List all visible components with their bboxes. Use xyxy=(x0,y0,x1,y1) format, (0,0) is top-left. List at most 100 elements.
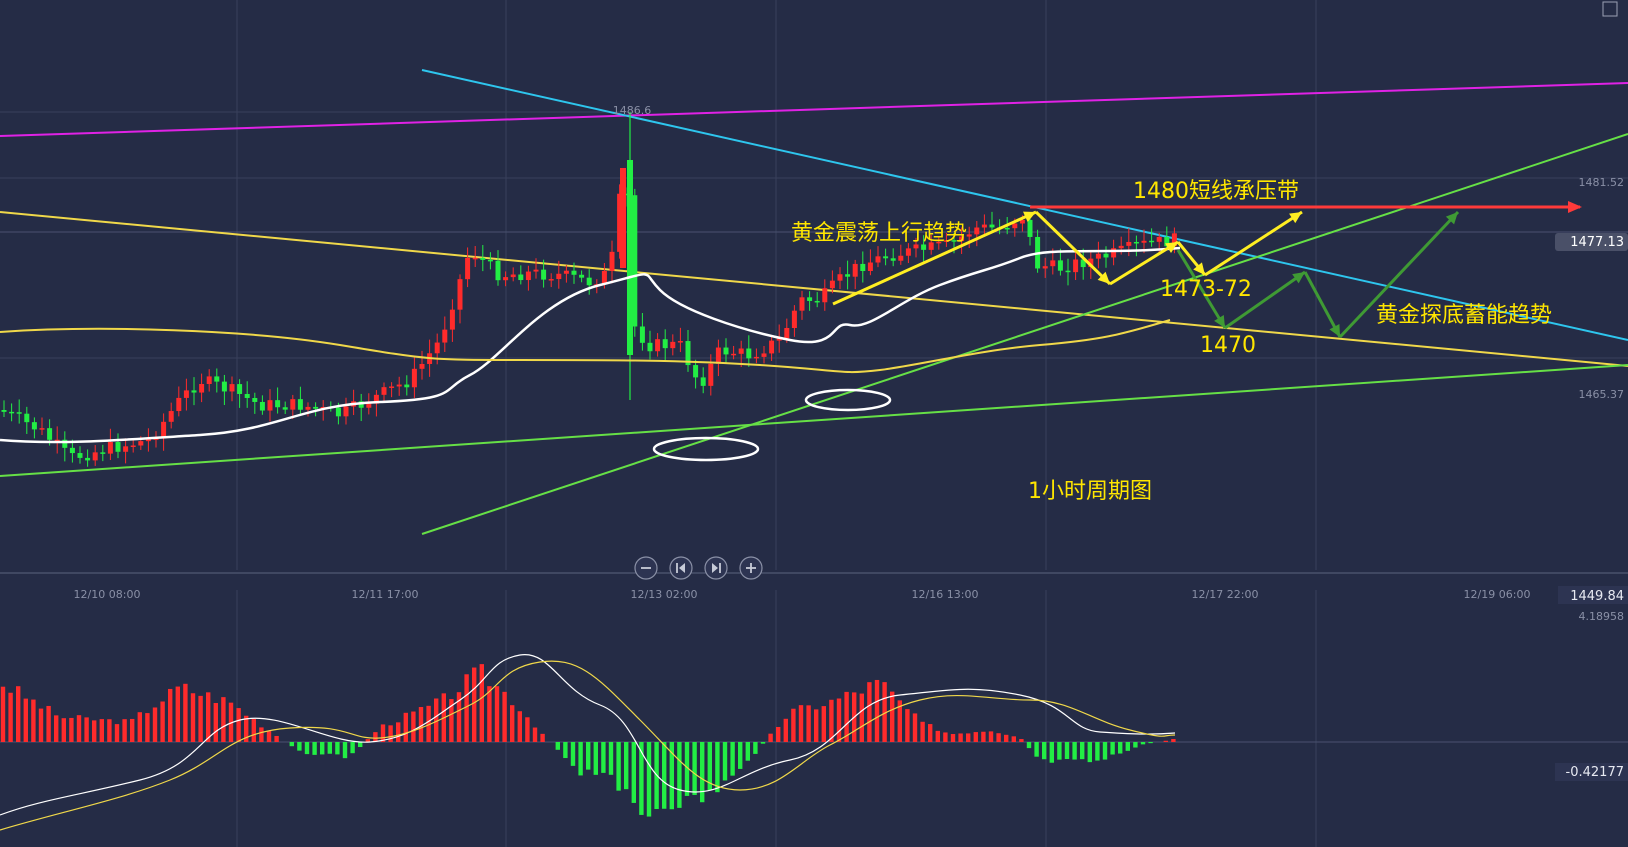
skip-forward-button[interactable] xyxy=(704,556,728,580)
macd-bar xyxy=(38,708,44,742)
candle-body xyxy=(31,422,37,430)
candle-body xyxy=(571,270,577,275)
candle xyxy=(31,417,37,439)
candle xyxy=(723,338,729,364)
candle xyxy=(510,267,516,282)
candle xyxy=(1065,258,1071,286)
candle-body xyxy=(974,227,980,235)
candle xyxy=(860,251,866,283)
candle xyxy=(609,240,615,284)
candle-body xyxy=(609,251,615,271)
macd-bar xyxy=(814,709,819,742)
candle-body xyxy=(784,327,790,339)
macd-bar xyxy=(510,705,515,742)
macd-bar xyxy=(722,742,728,781)
candle xyxy=(799,290,805,320)
candle-body xyxy=(1050,260,1056,267)
candle xyxy=(525,265,531,291)
macd-bar xyxy=(168,688,173,742)
macd-bar xyxy=(563,742,568,759)
candle xyxy=(214,368,220,393)
candle xyxy=(677,327,683,353)
candle-body xyxy=(1095,253,1101,259)
chart-controls[interactable] xyxy=(634,556,763,580)
candle xyxy=(1111,239,1117,266)
candle-body xyxy=(586,277,592,286)
macd-bar xyxy=(502,691,507,742)
macd-bar xyxy=(411,711,416,742)
candle-body xyxy=(123,446,129,452)
zoom-in-button[interactable] xyxy=(739,556,763,580)
candle xyxy=(77,446,83,464)
macd-bar xyxy=(494,686,500,742)
macd-bar xyxy=(1095,742,1100,761)
candle xyxy=(1133,235,1139,257)
macd-bar xyxy=(692,742,697,795)
candle xyxy=(252,392,258,414)
candle xyxy=(670,334,676,356)
x-tick-label: 12/19 06:00 xyxy=(1464,588,1531,601)
x-tick-label: 12/13 02:00 xyxy=(631,588,698,601)
skip-back-button[interactable] xyxy=(669,556,693,580)
macd-bar xyxy=(251,719,256,742)
macd-bar xyxy=(935,730,940,742)
candle-body xyxy=(267,400,273,411)
candle-body xyxy=(670,341,676,349)
candle-body xyxy=(275,400,281,408)
macd-bar xyxy=(768,733,773,742)
window-icon xyxy=(1602,1,1618,17)
macd-bar xyxy=(61,718,66,742)
annotation-1470: 1470 xyxy=(1200,333,1256,358)
candle xyxy=(1042,257,1048,278)
macd-top-label: 4.18958 xyxy=(1579,610,1625,623)
macd-bar xyxy=(1118,742,1123,754)
candle xyxy=(145,428,151,452)
candle-body xyxy=(647,342,653,352)
candle xyxy=(837,267,843,289)
macd-bar xyxy=(213,703,218,742)
candle-body xyxy=(85,457,91,461)
candle-body xyxy=(1057,260,1063,271)
macd-bar xyxy=(829,699,834,742)
candle-body xyxy=(100,452,106,454)
macd-bar xyxy=(988,731,994,742)
macd-bar xyxy=(289,742,294,747)
cyan-trend-line xyxy=(421,69,1628,341)
candle xyxy=(62,431,68,462)
candle xyxy=(54,426,60,454)
candle xyxy=(358,393,364,422)
candle-body xyxy=(1073,259,1079,273)
candle xyxy=(890,248,896,267)
candle xyxy=(753,348,759,364)
candle xyxy=(107,428,113,461)
macd-bar xyxy=(905,709,910,742)
macd-bar xyxy=(92,720,97,742)
spike-body xyxy=(627,160,633,355)
candle xyxy=(275,387,281,414)
candle xyxy=(115,433,121,459)
macd-bar xyxy=(335,742,340,755)
arrow-rebound-green-head xyxy=(1292,272,1305,284)
macd-bar xyxy=(1087,742,1092,763)
macd-bar xyxy=(966,733,971,742)
candle-body xyxy=(814,300,820,303)
candle-body xyxy=(525,271,531,281)
zoom-out-button[interactable] xyxy=(634,556,658,580)
candle-body xyxy=(807,297,813,301)
candle-body xyxy=(229,384,235,392)
macd-bar xyxy=(312,742,317,755)
macd-bar xyxy=(1140,742,1146,745)
candle-body xyxy=(442,329,448,343)
macd-bar xyxy=(373,732,378,742)
macd-bar xyxy=(1110,742,1115,755)
macd-bar xyxy=(836,698,842,742)
macd-bar xyxy=(677,742,682,808)
macd-bar xyxy=(540,733,545,742)
candle-body xyxy=(449,309,455,330)
candle-body xyxy=(237,384,243,394)
candle xyxy=(229,376,235,402)
candle xyxy=(282,401,288,415)
candle xyxy=(533,258,539,279)
candle-body xyxy=(69,447,75,454)
macd-bar xyxy=(973,732,978,742)
